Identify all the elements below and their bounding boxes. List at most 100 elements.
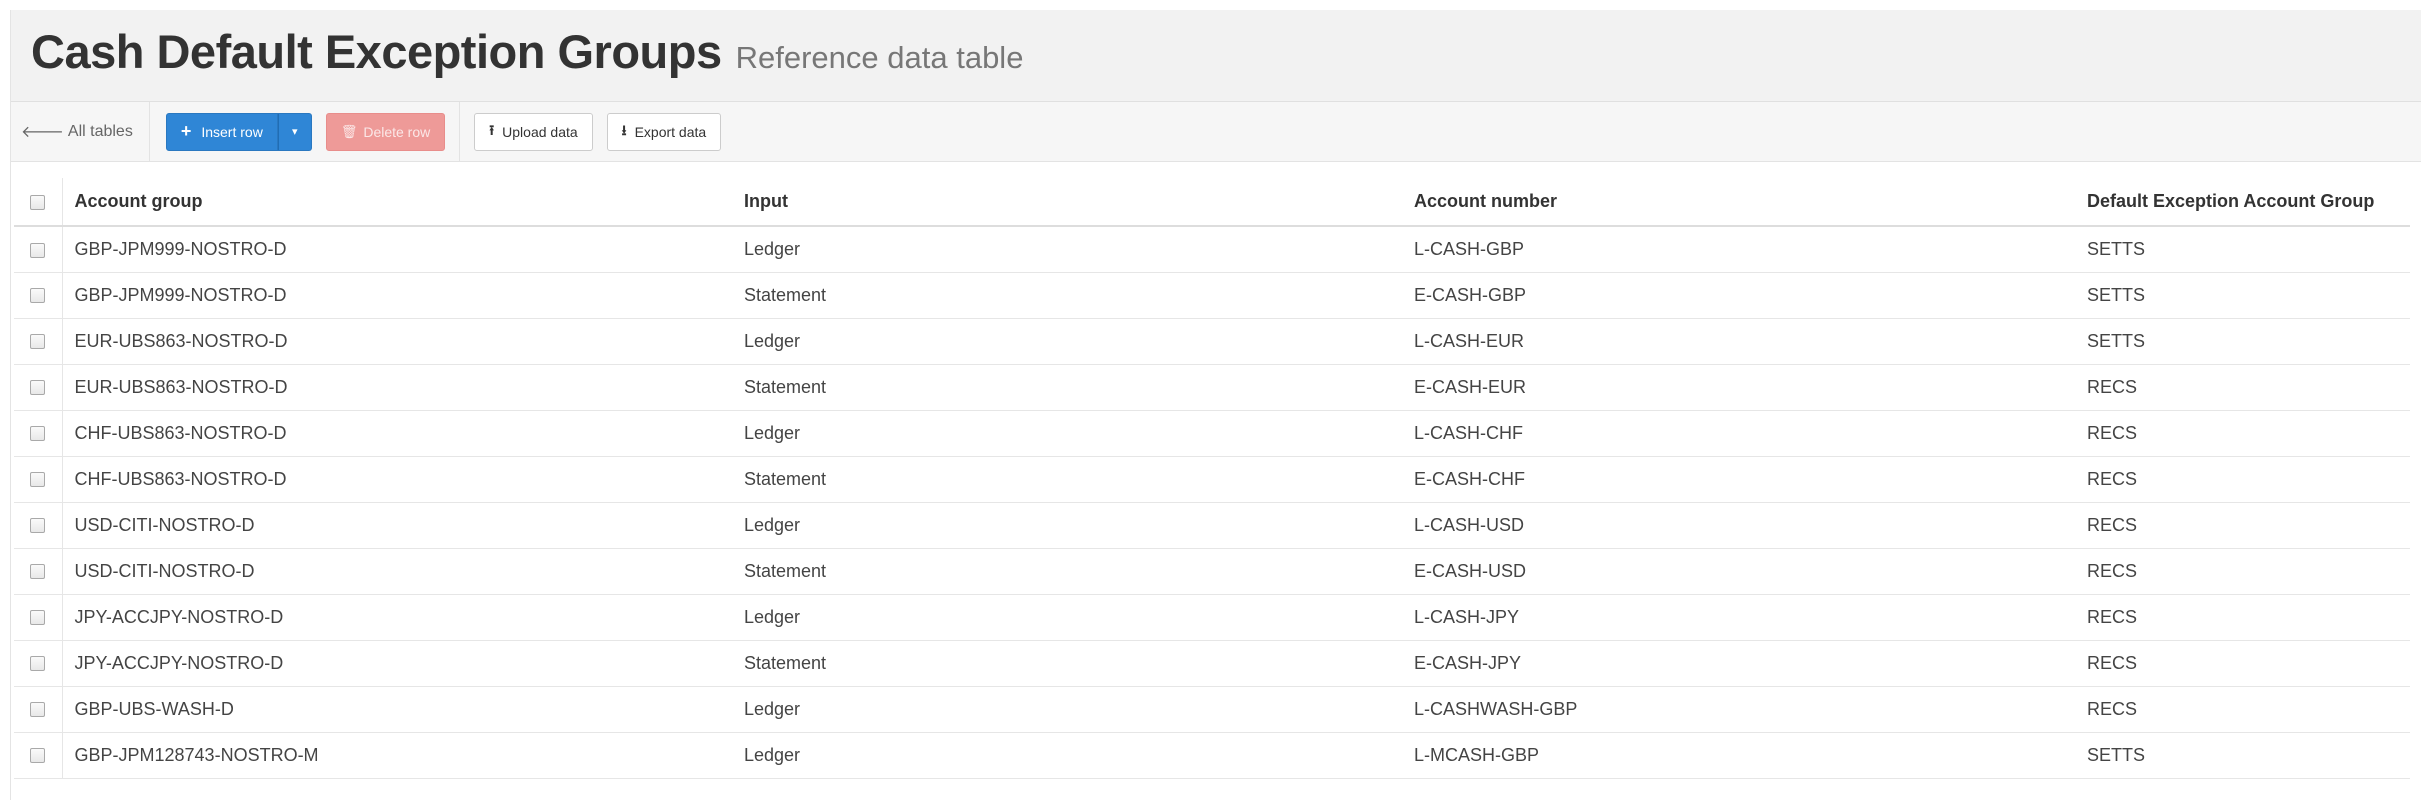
upload-icon: ⭱ xyxy=(489,121,495,138)
account-number-cell: L-CASH-EUR xyxy=(1402,318,2075,365)
delete-row-button[interactable]: 🗑 Delete row xyxy=(325,112,446,151)
account-number-cell: L-CASH-GBP xyxy=(1402,226,2075,273)
row-checkbox[interactable] xyxy=(30,426,46,442)
table-row[interactable]: EUR-UBS863-NOSTRO-D Statement E-CASH-EUR… xyxy=(14,364,2410,411)
account-number-cell: E-CASH-CHF xyxy=(1402,456,2075,503)
table-row[interactable]: JPY-ACCJPY-NOSTRO-D Ledger L-CASH-JPY RE… xyxy=(14,594,2410,641)
table-row[interactable]: EUR-UBS863-NOSTRO-D Ledger L-CASH-EUR SE… xyxy=(14,318,2410,365)
column-header-account-number[interactable]: Account number xyxy=(1402,178,2075,227)
row-checkbox[interactable] xyxy=(30,702,46,718)
insert-row-dropdown-toggle[interactable]: ▾ xyxy=(277,112,312,151)
table-row[interactable]: JPY-ACCJPY-NOSTRO-D Statement E-CASH-JPY… xyxy=(14,640,2410,687)
default-exception-group-cell: RECS xyxy=(2075,502,2410,549)
default-exception-group-cell: RECS xyxy=(2075,640,2410,687)
input-cell: Ledger xyxy=(732,502,1402,549)
row-select-cell xyxy=(14,456,63,503)
row-select-cell xyxy=(14,640,63,687)
toolbar: 🡐 All tables + Insert row ▾ 🗑 Delete row… xyxy=(11,101,2421,162)
input-cell: Ledger xyxy=(732,318,1402,365)
input-cell: Ledger xyxy=(732,594,1402,641)
account-number-cell: L-CASH-CHF xyxy=(1402,410,2075,457)
account-group-cell: USD-CITI-NOSTRO-D xyxy=(62,502,732,549)
page-title: Cash Default Exception Groups xyxy=(31,25,722,78)
account-group-cell: GBP-JPM999-NOSTRO-D xyxy=(62,272,732,319)
export-data-label: Export data xyxy=(634,123,707,140)
account-number-cell: L-MCASH-GBP xyxy=(1402,732,2075,779)
account-number-cell: L-CASHWASH-GBP xyxy=(1402,686,2075,733)
plus-icon: + xyxy=(180,121,192,141)
table-row[interactable]: GBP-JPM999-NOSTRO-D Ledger L-CASH-GBP SE… xyxy=(14,226,2410,273)
row-checkbox[interactable] xyxy=(30,518,46,534)
account-group-cell: EUR-UBS863-NOSTRO-D xyxy=(62,364,732,411)
table-row[interactable]: GBP-JPM128743-NOSTRO-M Ledger L-MCASH-GB… xyxy=(14,732,2410,779)
account-number-cell: L-CASH-JPY xyxy=(1402,594,2075,641)
upload-data-label: Upload data xyxy=(502,123,578,140)
delete-row-label: Delete row xyxy=(363,123,431,140)
table-row[interactable]: CHF-UBS863-NOSTRO-D Statement E-CASH-CHF… xyxy=(14,456,2410,503)
account-number-cell: E-CASH-USD xyxy=(1402,548,2075,595)
input-cell: Ledger xyxy=(732,410,1402,457)
account-group-cell: USD-CITI-NOSTRO-D xyxy=(62,548,732,595)
account-group-cell: CHF-UBS863-NOSTRO-D xyxy=(62,456,732,503)
row-checkbox[interactable] xyxy=(30,288,46,304)
row-select-cell xyxy=(14,364,63,411)
row-select-cell xyxy=(14,502,63,549)
default-exception-group-cell: RECS xyxy=(2075,364,2410,411)
account-group-cell: CHF-UBS863-NOSTRO-D xyxy=(62,410,732,457)
all-tables-link[interactable]: 🡐 All tables xyxy=(21,101,150,162)
default-exception-group-cell: RECS xyxy=(2075,686,2410,733)
upload-data-button[interactable]: ⭱ Upload data xyxy=(474,112,593,151)
insert-row-button-group: + Insert row ▾ xyxy=(165,112,312,151)
default-exception-group-cell: SETTS xyxy=(2075,226,2410,273)
input-cell: Ledger xyxy=(732,686,1402,733)
input-cell: Ledger xyxy=(732,732,1402,779)
caret-down-icon: ▾ xyxy=(292,126,298,138)
default-exception-group-cell: RECS xyxy=(2075,456,2410,503)
row-select-cell xyxy=(14,732,63,779)
column-header-default-exception-group[interactable]: Default Exception Account Group xyxy=(2075,178,2410,227)
row-select-cell xyxy=(14,226,63,273)
table-row[interactable]: GBP-JPM999-NOSTRO-D Statement E-CASH-GBP… xyxy=(14,272,2410,319)
account-number-cell: E-CASH-GBP xyxy=(1402,272,2075,319)
row-select-cell xyxy=(14,594,63,641)
default-exception-group-cell: RECS xyxy=(2075,594,2410,641)
account-group-cell: EUR-UBS863-NOSTRO-D xyxy=(62,318,732,365)
row-checkbox[interactable] xyxy=(30,564,46,580)
insert-row-button[interactable]: + Insert row xyxy=(165,112,278,151)
data-table: Account group Input Account number Defau… xyxy=(14,178,2410,779)
input-cell: Statement xyxy=(732,272,1402,319)
default-exception-group-cell: SETTS xyxy=(2075,272,2410,319)
export-data-button[interactable]: ⭳ Export data xyxy=(606,112,722,151)
account-group-cell: GBP-JPM999-NOSTRO-D xyxy=(62,226,732,273)
input-cell: Statement xyxy=(732,640,1402,687)
column-header-input[interactable]: Input xyxy=(732,178,1402,227)
all-tables-label: All tables xyxy=(67,122,133,140)
row-checkbox[interactable] xyxy=(30,242,46,258)
page-subtitle: Reference data table xyxy=(735,40,1024,75)
account-group-cell: GBP-UBS-WASH-D xyxy=(62,686,732,733)
row-select-cell xyxy=(14,548,63,595)
row-checkbox[interactable] xyxy=(30,334,46,350)
row-select-cell xyxy=(14,410,63,457)
row-checkbox[interactable] xyxy=(30,610,46,626)
row-checkbox[interactable] xyxy=(30,748,46,764)
table-row[interactable]: CHF-UBS863-NOSTRO-D Ledger L-CASH-CHF RE… xyxy=(14,410,2410,457)
column-header-account-group[interactable]: Account group xyxy=(62,178,732,227)
select-all-checkbox[interactable] xyxy=(30,194,46,210)
table-row[interactable]: USD-CITI-NOSTRO-D Ledger L-CASH-USD RECS xyxy=(14,502,2410,549)
input-cell: Ledger xyxy=(732,226,1402,273)
data-table-container: Account group Input Account number Defau… xyxy=(14,178,2410,779)
arrow-left-icon: 🡐 xyxy=(21,124,64,141)
select-all-cell xyxy=(14,178,63,227)
account-group-cell: JPY-ACCJPY-NOSTRO-D xyxy=(62,640,732,687)
account-group-cell: GBP-JPM128743-NOSTRO-M xyxy=(62,732,732,779)
row-checkbox[interactable] xyxy=(30,656,46,672)
default-exception-group-cell: SETTS xyxy=(2075,732,2410,779)
row-select-cell xyxy=(14,272,63,319)
input-cell: Statement xyxy=(732,548,1402,595)
row-checkbox[interactable] xyxy=(30,380,46,396)
input-cell: Statement xyxy=(732,456,1402,503)
table-row[interactable]: GBP-UBS-WASH-D Ledger L-CASHWASH-GBP REC… xyxy=(14,686,2410,733)
table-row[interactable]: USD-CITI-NOSTRO-D Statement E-CASH-USD R… xyxy=(14,548,2410,595)
row-checkbox[interactable] xyxy=(30,472,46,488)
